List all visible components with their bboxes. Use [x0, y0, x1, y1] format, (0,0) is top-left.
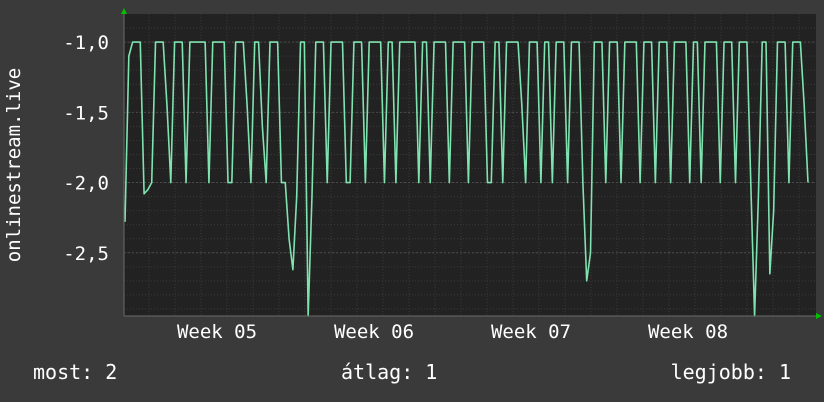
y-tick-label: -2,0 — [63, 173, 109, 195]
x-tick-labels: Week 05 Week 06 Week 07 Week 08 — [177, 321, 728, 343]
x-axis-arrow-icon — [816, 313, 822, 319]
y-axis-title: onlinestream.live — [3, 68, 25, 262]
y-tick-label: -2,5 — [63, 243, 109, 265]
x-tick-label: Week 06 — [334, 321, 414, 343]
y-tick-labels: -1,0 -1,5 -2,0 -2,5 — [63, 32, 109, 265]
stat-best: legjobb: 1 — [670, 360, 791, 384]
x-tick-label: Week 05 — [177, 321, 257, 343]
x-tick-label: Week 07 — [491, 321, 571, 343]
chart: -1,0-1,5-2,0-2,5 Week 05 Week 06 Week 07 We… — [3, 8, 822, 343]
y-tick-label: -1,0 — [63, 32, 109, 54]
x-tick-label: Week 08 — [648, 321, 728, 343]
y-axis-arrow-icon — [121, 8, 127, 14]
stat-average: átlag: 1 — [341, 360, 438, 384]
y-tick-label: -1,5 — [63, 102, 109, 124]
stats-row: most: 2 átlag: 1 legjobb: 1 — [0, 360, 824, 390]
stat-now: most: 2 — [33, 360, 118, 384]
